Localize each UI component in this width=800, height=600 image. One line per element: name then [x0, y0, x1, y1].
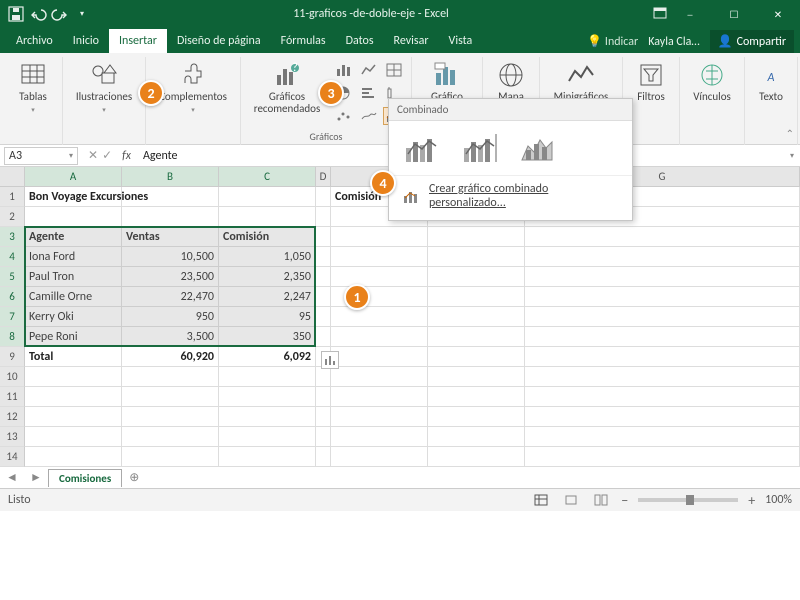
status-ready: Listo [8, 493, 31, 507]
rowhead[interactable]: 12 [0, 407, 25, 427]
colhead-D[interactable]: D [316, 167, 331, 186]
combo-option-1[interactable] [403, 131, 443, 165]
close-button[interactable]: ✕ [756, 0, 800, 28]
rowhead[interactable]: 13 [0, 427, 25, 447]
complementos-button[interactable]: Complementos▾ [152, 57, 234, 114]
account-area: 💡 Indicar Kayla Cla… 👤Compartir [587, 30, 800, 53]
sheet-tab[interactable]: Comisiones [48, 469, 122, 487]
tab-insertar[interactable]: Insertar [109, 29, 167, 53]
expand-formula-icon[interactable]: ▾ [790, 151, 800, 161]
rowhead[interactable]: 4 [0, 247, 25, 267]
graficos-recomendados-button[interactable]: ? Gráficos recomendados [247, 57, 327, 115]
ilustraciones-button[interactable]: Ilustraciones▾ [69, 57, 139, 114]
minigraficos-button[interactable]: Minigráficos [546, 57, 616, 103]
cells[interactable]: Bon Voyage ExcursionesComisión10% Agente… [25, 187, 800, 467]
collapse-ribbon-icon[interactable]: ⌃ [786, 127, 794, 140]
zoom-in-button[interactable]: + [748, 492, 755, 509]
chart-scatter-icon[interactable] [333, 107, 355, 125]
callout-3: 3 [318, 80, 344, 106]
view-normal-icon[interactable] [531, 492, 551, 508]
vinculos-button[interactable]: Vínculos [686, 57, 738, 103]
view-pagebreak-icon[interactable] [591, 492, 611, 508]
callout-2: 2 [138, 80, 164, 106]
rowhead[interactable]: 7 [0, 307, 25, 327]
chart-column-icon[interactable] [333, 61, 355, 79]
tab-nav-next[interactable]: ► [24, 470, 48, 485]
tab-archivo[interactable]: Archivo [6, 29, 63, 53]
share-button[interactable]: 👤Compartir [710, 30, 794, 53]
window-controls: ─ ☐ ✕ [668, 0, 800, 28]
name-box[interactable]: A3▾ [4, 147, 78, 165]
chart-line-icon[interactable] [358, 61, 380, 79]
zoom-slider[interactable] [638, 498, 738, 502]
colhead-B[interactable]: B [122, 167, 219, 186]
rowhead[interactable]: 2 [0, 207, 25, 227]
rowhead[interactable]: 5 [0, 267, 25, 287]
title-bar: ▾ 11-graficos -de-doble-eje - Excel ─ ☐ … [0, 0, 800, 28]
rowhead[interactable]: 1 [0, 187, 25, 207]
callout-1: 1 [344, 284, 370, 310]
quick-access-toolbar: ▾ [0, 6, 90, 22]
quick-analysis-icon[interactable] [321, 351, 339, 369]
group-vinculos: Vínculos [680, 57, 745, 145]
chart-bar-icon[interactable] [358, 84, 380, 102]
rowhead[interactable]: 11 [0, 387, 25, 407]
tell-me[interactable]: 💡 Indicar [587, 34, 638, 49]
select-all-corner[interactable] [0, 167, 25, 187]
status-bar: Listo − + 100% [0, 489, 800, 511]
undo-icon[interactable] [30, 6, 46, 22]
zoom-level[interactable]: 100% [765, 493, 792, 507]
custom-combo-button[interactable]: Crear gráfico combinado personalizado... [389, 175, 632, 220]
svg-text:?: ? [292, 61, 298, 75]
tab-vista[interactable]: Vista [439, 29, 483, 53]
rowhead[interactable]: 8 [0, 327, 25, 347]
tab-revisar[interactable]: Revisar [384, 29, 439, 53]
ribbon-tabs: Archivo Inicio Insertar Diseño de página… [0, 28, 800, 53]
combo-option-2[interactable] [461, 131, 501, 165]
filtros-button[interactable]: Filtros [629, 57, 673, 103]
minimize-button[interactable]: ─ [668, 0, 712, 28]
qat-more-icon[interactable]: ▾ [74, 6, 90, 22]
maximize-button[interactable]: ☐ [712, 0, 756, 28]
fx-icon[interactable]: fx [118, 149, 135, 163]
new-sheet-button[interactable]: ⊕ [122, 470, 146, 485]
cancel-formula-icon[interactable]: ✕ [88, 148, 98, 163]
save-icon[interactable] [8, 6, 24, 22]
row-headers: 1 2 3 4 5 6 7 8 9 10 11 12 13 14 [0, 187, 25, 467]
redo-icon[interactable] [52, 6, 68, 22]
tablas-button[interactable]: Tablas▾ [10, 57, 56, 114]
popup-title: Combinado [389, 99, 632, 121]
rowhead[interactable]: 3 [0, 227, 25, 247]
rowhead[interactable]: 6 [0, 287, 25, 307]
rowhead[interactable]: 10 [0, 367, 25, 387]
view-layout-icon[interactable] [561, 492, 581, 508]
enter-formula-icon[interactable]: ✓ [102, 148, 112, 163]
ribbon-options-icon[interactable] [652, 6, 668, 22]
group-ilustraciones: Ilustraciones▾ [63, 57, 146, 145]
combo-chart-popup: Combinado Crear gráfico combinado person… [388, 98, 633, 221]
texto-button[interactable]: ATexto [751, 57, 791, 103]
svg-text:A: A [767, 71, 775, 85]
user-name[interactable]: Kayla Cla… [648, 35, 699, 49]
mapa-button[interactable]: Mapa [489, 57, 533, 103]
window-title: 11-graficos -de-doble-eje - Excel [90, 7, 652, 21]
tab-diseno[interactable]: Diseño de página [167, 29, 271, 53]
colhead-C[interactable]: C [219, 167, 316, 186]
rowhead[interactable]: 14 [0, 447, 25, 467]
callout-4: 4 [370, 170, 396, 196]
chart-map-icon[interactable] [383, 61, 405, 79]
tab-formulas[interactable]: Fórmulas [271, 29, 336, 53]
share-icon: 👤 [718, 34, 733, 49]
colhead-A[interactable]: A [25, 167, 122, 186]
rowhead[interactable]: 9 [0, 347, 25, 367]
zoom-out-button[interactable]: − [621, 492, 628, 509]
combo-option-3[interactable] [519, 131, 559, 165]
formula-value[interactable]: Agente [135, 149, 178, 163]
chart-surface-icon[interactable] [358, 107, 380, 125]
tab-datos[interactable]: Datos [336, 29, 384, 53]
group-tablas: Tablas▾ [4, 57, 63, 145]
sheet-tabs: ◄ ► Comisiones ⊕ [0, 467, 800, 489]
tab-inicio[interactable]: Inicio [63, 29, 109, 53]
tab-nav-prev[interactable]: ◄ [0, 470, 24, 485]
